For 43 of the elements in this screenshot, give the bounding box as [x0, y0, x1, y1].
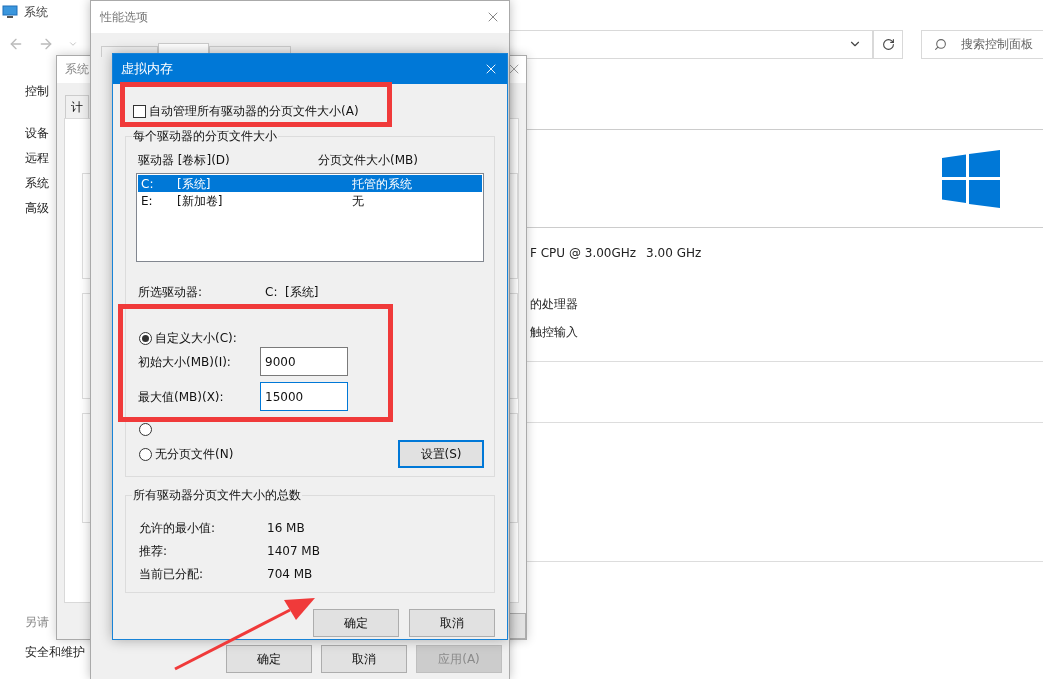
dialog-button[interactable]: 取消	[409, 609, 495, 637]
field-label: 所选驱动器:	[138, 284, 204, 301]
field-label: 推荐:	[139, 543, 169, 560]
section-heading: 另请	[25, 614, 50, 631]
processor-speed: 3.00 GHz	[646, 245, 702, 262]
set-button[interactable]: 设置(S)	[398, 440, 484, 468]
refresh-icon[interactable]	[881, 37, 895, 51]
window-title: 系统	[24, 4, 48, 21]
group-title: 每个驱动器的分页文件大小	[132, 128, 278, 145]
column-header: 分页文件大小(MB)	[318, 152, 418, 169]
checkbox-label[interactable]: 自动管理所有驱动器的分页文件大小(A)	[149, 102, 359, 120]
field-label: 初始大小(MB)(I):	[137, 353, 232, 371]
refresh-button[interactable]	[873, 29, 903, 59]
processor-name: F CPU @ 3.00GHz	[530, 245, 637, 262]
info-text: 的处理器	[530, 296, 579, 313]
dialog-button[interactable]: 确定	[226, 645, 312, 673]
search-field[interactable]: 搜索控制面板	[921, 29, 1043, 59]
search-icon	[934, 37, 947, 51]
size-input[interactable]: 9000	[260, 347, 348, 376]
dialog-button[interactable]: 确定	[313, 609, 399, 637]
radio-label[interactable]: 自定义大小(C):	[155, 329, 237, 347]
group-title: 所有驱动器分页文件大小的总数	[132, 487, 302, 504]
field-value: C: [系统]	[265, 284, 319, 301]
drive-row[interactable]: C: [系统] 托管的系统	[138, 175, 482, 192]
info-text: 触控输入	[530, 324, 579, 341]
checkbox[interactable]	[133, 104, 146, 118]
dialog-button[interactable]: 取消	[321, 645, 407, 673]
window-title: 虚拟内存	[121, 60, 173, 79]
field-value: 704 MB	[267, 566, 313, 583]
windows-logo-icon	[942, 149, 1000, 208]
radio-circle[interactable]	[139, 331, 152, 345]
field-label: 允许的最小值:	[139, 520, 217, 537]
field-label: 当前已分配:	[139, 566, 205, 583]
tab[interactable]: 计	[65, 94, 89, 118]
column-header: 驱动器 [卷标](D)	[138, 152, 231, 169]
computer-icon	[2, 5, 18, 19]
radio-label[interactable]: 无分页文件(N)	[155, 445, 234, 463]
window-title: 系统	[65, 61, 89, 79]
size-input[interactable]: 15000	[260, 382, 348, 411]
window-title: 性能选项	[100, 9, 148, 26]
field-value: 16 MB	[267, 520, 305, 537]
field-label: 最大值(MB)(X):	[137, 388, 225, 406]
field-value: 1407 MB	[267, 543, 320, 560]
